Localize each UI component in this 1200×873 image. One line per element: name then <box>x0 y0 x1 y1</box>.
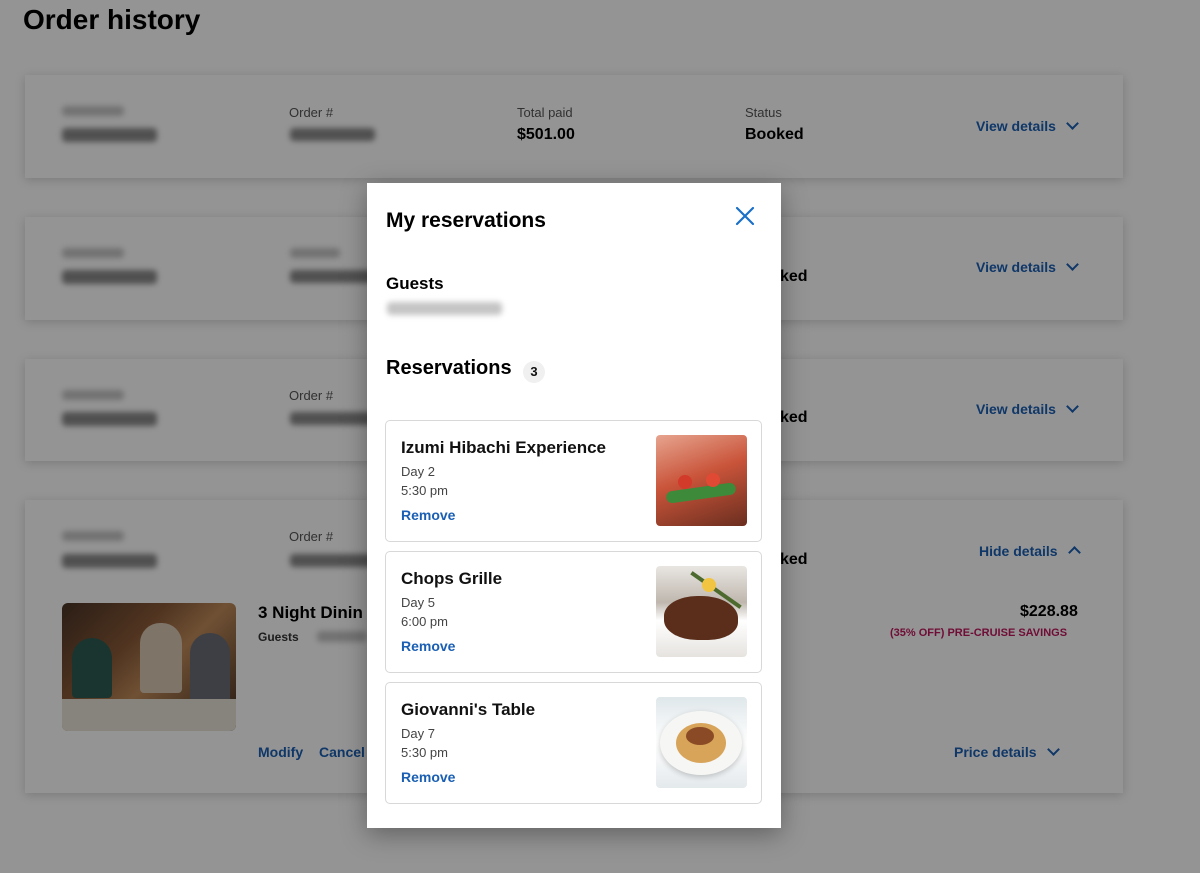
reservation-name: Chops Grille <box>401 569 503 588</box>
reservation-card: Izumi Hibachi Experience Day 2 5:30 pm R… <box>385 420 762 542</box>
reservation-day: Day 7 <box>401 726 435 741</box>
steak-food-image <box>656 566 747 657</box>
reservations-heading: Reservations <box>386 357 512 379</box>
reservations-count-badge: 3 <box>523 361 545 383</box>
remove-reservation-link[interactable]: Remove <box>401 769 455 785</box>
redacted-guest-names <box>387 302 502 315</box>
reservation-day: Day 2 <box>401 464 435 479</box>
remove-reservation-link[interactable]: Remove <box>401 638 455 654</box>
reservation-time: 5:30 pm <box>401 483 448 498</box>
reservation-time: 5:30 pm <box>401 745 448 760</box>
remove-reservation-link[interactable]: Remove <box>401 507 455 523</box>
reservation-time: 6:00 pm <box>401 614 448 629</box>
guests-heading: Guests <box>386 274 444 293</box>
reservation-name: Giovanni's Table <box>401 700 536 719</box>
reservation-name: Izumi Hibachi Experience <box>401 438 607 457</box>
reservation-card: Giovanni's Table Day 7 5:30 pm Remove <box>385 682 762 804</box>
close-icon <box>735 206 755 226</box>
hibachi-food-image <box>656 435 747 526</box>
pasta-food-image <box>656 697 747 788</box>
reservation-day: Day 5 <box>401 595 435 610</box>
reservation-card: Chops Grille Day 5 6:00 pm Remove <box>385 551 762 673</box>
reservations-modal: My reservations Guests Reservations 3 Iz… <box>367 183 781 828</box>
modal-title: My reservations <box>386 209 546 232</box>
close-button[interactable] <box>730 201 760 231</box>
